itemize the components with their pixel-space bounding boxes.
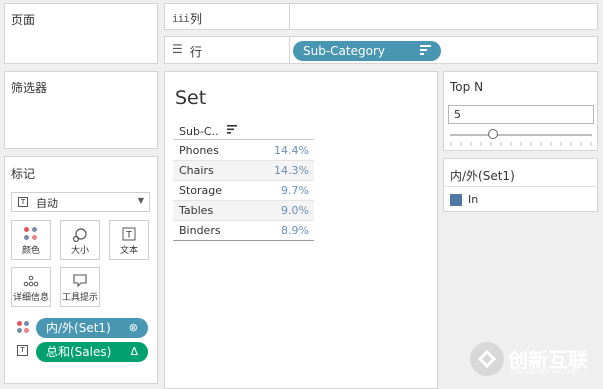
rows-shelf[interactable]: ☰ 行 Sub-Category [164,36,598,64]
row-value: 14.3% [274,164,309,177]
columns-label: 列 [190,12,203,26]
table-row[interactable]: Storage 9.7% [173,181,314,201]
color-button[interactable]: 颜色 [11,220,51,260]
tooltip-button[interactable]: 工具提示 [60,267,100,307]
row-value: 9.7% [281,184,309,197]
row-value: 9.0% [281,204,309,217]
pages-panel: 页面 [4,3,158,64]
row-category: Phones [179,144,219,157]
legend-item-label[interactable]: In [468,193,478,206]
color-label: 颜色 [21,246,40,256]
detail-label: 详细信息 [12,293,49,303]
columns-icon: iii [172,12,190,25]
rows-icon: ☰ [172,42,183,56]
set-field-label: 内/外(Set1) [46,321,111,335]
legend-swatch[interactable] [450,194,462,206]
chevron-down-icon: ▼ [137,196,144,205]
marks-title: 标记 [11,167,36,181]
svg-text:T: T [125,231,132,241]
pages-title: 页面 [11,13,36,27]
label-field-icon: T [17,345,28,356]
size-icon [61,227,99,243]
color-legend: 内/外(Set1) In [443,158,598,212]
mark-type-dropdown[interactable]: T 自动 ▼ [11,192,150,212]
legend-title: 内/外(Set1) [450,169,515,183]
watermark-logo: 创新互联 CHUANGXIN HULIAN [470,342,600,382]
sort-icon [420,41,431,61]
top-n-title: Top N [450,80,484,94]
top-n-input[interactable]: 5 [448,105,594,124]
sort-icon[interactable] [227,125,237,137]
filters-panel[interactable]: 筛选器 [4,71,158,149]
sub-category-label: Sub-Category [303,44,385,58]
watermark-circle-icon [470,342,504,376]
watermark-subtext: CHUANGXIN HULIAN [510,369,577,376]
table-header[interactable]: Sub-C.. [173,123,314,140]
row-value: 14.4% [274,144,309,157]
filters-title: 筛选器 [11,81,48,95]
rows-label: 行 [190,45,203,59]
detail-dots-icon [12,274,50,290]
sales-field-label: 总和(Sales) [46,345,112,359]
label-label: 文本 [119,246,138,256]
text-mark-icon: T [18,197,28,207]
sub-category-header: Sub-C.. [179,125,219,138]
color-dots-icon [12,227,50,243]
sheet-title: Set [175,87,207,109]
table-row[interactable]: Chairs 14.3% [173,161,314,181]
set-icon: ⊗ [128,321,138,334]
row-category: Storage [179,184,223,197]
row-category: Tables [179,204,214,217]
size-button[interactable]: 大小 [60,220,100,260]
set-field-pill[interactable]: 内/外(Set1) ⊗ [36,318,148,338]
top-n-parameter: Top N 5 [443,71,598,151]
tooltip-label: 工具提示 [61,293,98,303]
top-n-slider-track[interactable] [450,134,592,136]
slider-ticks [450,142,592,146]
row-category: Binders [179,224,221,237]
delta-icon: Δ [130,345,138,358]
table-row[interactable]: Tables 9.0% [173,201,314,221]
sales-field-pill[interactable]: 总和(Sales) Δ [36,342,148,362]
columns-shelf[interactable]: iii 列 [164,3,598,30]
label-button[interactable]: T 文本 [109,220,149,260]
worksheet-view: Set Sub-C.. Phones 14.4% Chairs 14.3% Storag… [164,71,438,389]
row-value: 8.9% [281,224,309,237]
row-category: Chairs [179,164,214,177]
detail-button[interactable]: 详细信息 [11,267,51,307]
sub-category-pill[interactable]: Sub-Category [293,41,441,61]
size-label: 大小 [70,246,89,256]
top-n-slider-thumb[interactable] [487,129,498,139]
table-bottom-border [173,240,314,241]
table-row[interactable]: Phones 14.4% [173,141,314,161]
mark-type-value: 自动 [36,197,58,210]
tooltip-icon [61,274,99,290]
text-icon: T [110,227,148,243]
table-row[interactable]: Binders 8.9% [173,221,314,241]
color-field-icon [17,321,29,336]
marks-card: 标记 T 自动 ▼ 颜色 大小 T 文本 详细信息 工具提示 内/外(Set1)… [4,156,158,384]
